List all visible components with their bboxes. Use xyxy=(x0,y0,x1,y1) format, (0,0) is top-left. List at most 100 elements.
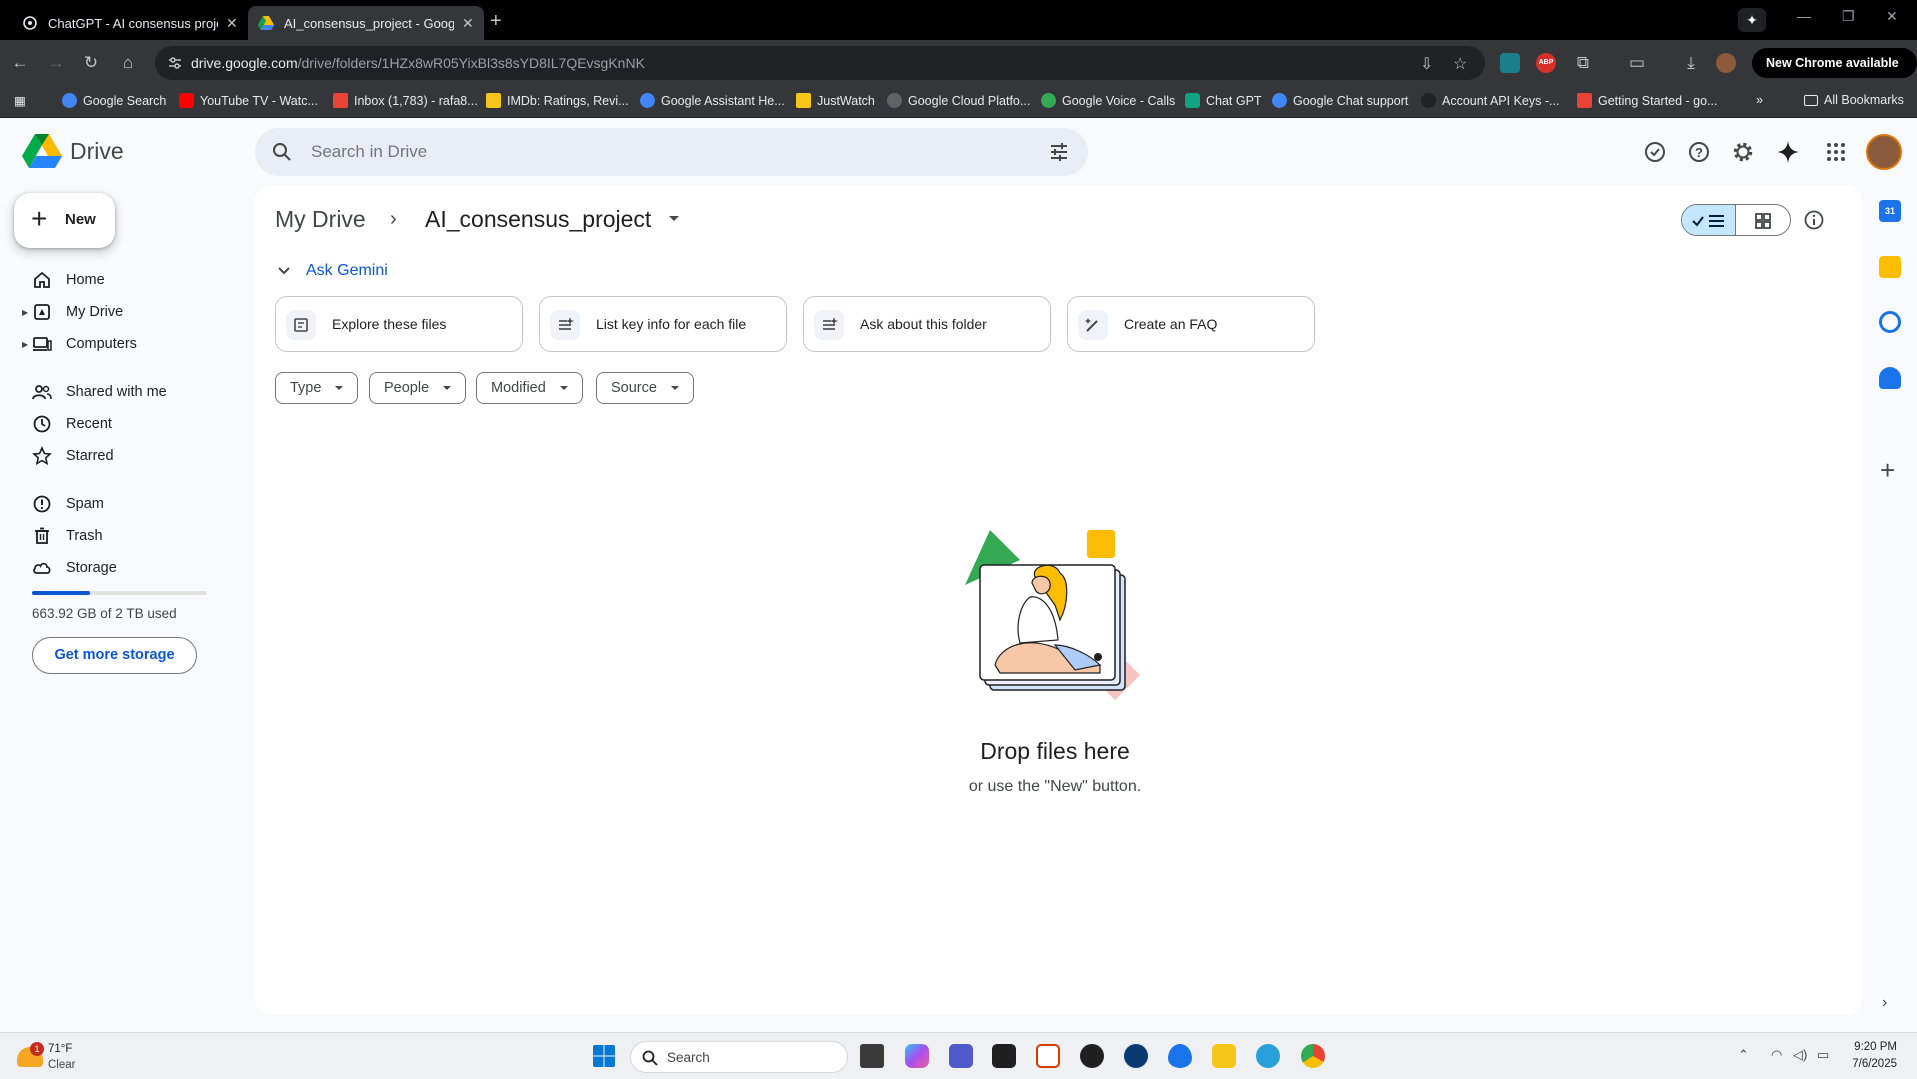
clock-date[interactable]: 7/6/2025 xyxy=(1846,1058,1897,1070)
weather-temp[interactable]: 71°F xyxy=(48,1043,72,1055)
bookmark-inbox[interactable]: Inbox (1,783) - rafa8... xyxy=(333,93,478,108)
extension-icon[interactable] xyxy=(1500,53,1520,73)
new-button[interactable]: + New xyxy=(14,193,115,248)
ask-gemini-toggle[interactable]: Ask Gemini xyxy=(276,262,388,280)
sidebar-item-spam[interactable]: Spam xyxy=(0,488,240,520)
home-button-icon[interactable]: ⌂ xyxy=(117,52,139,74)
profile-avatar-icon[interactable] xyxy=(1716,53,1736,73)
copilot-icon[interactable] xyxy=(905,1044,929,1068)
filter-people[interactable]: People xyxy=(369,372,467,404)
drive-search-bar[interactable] xyxy=(255,128,1088,176)
tab-drive[interactable]: AI_consensus_project - Google Drive ✕ xyxy=(248,6,484,40)
restore-icon[interactable]: ❐ xyxy=(1842,8,1855,25)
minimize-icon[interactable]: — xyxy=(1797,8,1811,24)
battery-icon[interactable]: ▭ xyxy=(1817,1047,1829,1063)
terminal-icon[interactable] xyxy=(992,1044,1016,1068)
task-view-icon[interactable] xyxy=(860,1044,884,1068)
close-tab-icon[interactable]: ✕ xyxy=(226,15,238,32)
gemini-chip-explore[interactable]: Explore these files xyxy=(275,296,523,352)
clock-time[interactable]: 9:20 PM xyxy=(1852,1041,1897,1053)
google-apps-icon[interactable] xyxy=(1824,140,1848,164)
breadcrumb-my-drive[interactable]: My Drive xyxy=(275,206,366,233)
downloads-icon[interactable]: ⤓ xyxy=(1680,52,1702,74)
telegram-icon[interactable] xyxy=(1256,1044,1280,1068)
apps-grid-icon[interactable]: ▦ xyxy=(14,93,26,108)
sidebar-item-trash[interactable]: Trash xyxy=(0,520,240,552)
account-avatar[interactable] xyxy=(1866,134,1902,170)
bookmark-google-chat-support[interactable]: Google Chat support xyxy=(1272,93,1408,108)
site-info-icon[interactable] xyxy=(167,55,183,71)
sidebar-item-storage[interactable]: Storage xyxy=(0,552,240,584)
sidebar-item-my-drive[interactable]: ▶ My Drive xyxy=(0,296,240,328)
keep-icon[interactable] xyxy=(1879,256,1901,278)
drop-app-icon[interactable] xyxy=(1168,1044,1192,1068)
gemini-icon[interactable] xyxy=(1776,140,1800,164)
tab-chatgpt[interactable]: ChatGPT - AI consensus project ✕ xyxy=(12,6,248,40)
windows-start-icon[interactable] xyxy=(592,1044,616,1068)
plex-icon[interactable] xyxy=(1080,1044,1104,1068)
gemini-chip-list-key-info[interactable]: List key info for each file xyxy=(539,296,787,352)
taskbar-search[interactable]: Search xyxy=(630,1041,848,1073)
more-bookmarks-icon[interactable]: » xyxy=(1756,93,1763,107)
calendar-icon[interactable]: 31 xyxy=(1879,200,1901,222)
search-icon[interactable] xyxy=(271,141,293,163)
new-chrome-available-button[interactable]: New Chrome available ⋮ xyxy=(1752,48,1917,100)
wordpress-icon[interactable] xyxy=(1124,1044,1148,1068)
bookmark-google-search[interactable]: Google Search xyxy=(62,93,166,108)
filter-modified[interactable]: Modified xyxy=(476,372,583,404)
tab-search-icon[interactable]: ▭ xyxy=(1626,52,1648,74)
gemini-sparkle-icon[interactable]: ✦ xyxy=(1738,8,1766,32)
reload-icon[interactable]: ↻ xyxy=(80,52,102,74)
filter-type[interactable]: Type xyxy=(275,372,359,404)
sidebar-item-shared-with-me[interactable]: Shared with me xyxy=(0,376,240,408)
forward-icon[interactable]: → xyxy=(45,52,67,74)
breadcrumb-current-folder[interactable]: AI_consensus_project xyxy=(425,206,651,233)
details-info-icon[interactable] xyxy=(1803,209,1825,231)
expand-caret-icon[interactable]: ▶ xyxy=(22,340,28,349)
expand-caret-icon[interactable]: ▶ xyxy=(22,308,28,317)
bookmark-google-voice[interactable]: Google Voice - Calls xyxy=(1041,93,1175,108)
bookmark-youtube-tv[interactable]: YouTube TV - Watc... xyxy=(179,93,318,108)
install-app-icon[interactable]: ⇩ xyxy=(1420,54,1433,74)
tasks-icon[interactable] xyxy=(1879,311,1901,333)
gemini-chip-create-faq[interactable]: Create an FAQ xyxy=(1067,296,1315,352)
help-icon[interactable]: ? xyxy=(1687,140,1711,164)
sidebar-item-home[interactable]: Home xyxy=(0,264,240,296)
volume-icon[interactable]: ◁) xyxy=(1793,1047,1807,1063)
bookmark-getting-started[interactable]: Getting Started - go... xyxy=(1577,93,1718,108)
bookmark-google-assistant[interactable]: Google Assistant He... xyxy=(640,93,785,108)
add-addon-icon[interactable]: + xyxy=(1880,455,1895,486)
bookmark-star-icon[interactable]: ☆ xyxy=(1453,54,1467,74)
address-bar[interactable]: drive.google.com/drive/folders/1HZx8wR05… xyxy=(155,46,1485,80)
bookmark-google-cloud[interactable]: Google Cloud Platfo... xyxy=(887,93,1030,108)
sidebar-item-recent[interactable]: Recent xyxy=(0,408,240,440)
list-view-button[interactable] xyxy=(1682,205,1737,235)
back-icon[interactable]: ← xyxy=(9,52,31,74)
gemini-chip-ask-folder[interactable]: Ask about this folder xyxy=(803,296,1051,352)
bookmark-imdb[interactable]: IMDb: Ratings, Revi... xyxy=(486,93,629,108)
all-bookmarks-button[interactable]: All Bookmarks xyxy=(1804,93,1904,107)
new-tab-icon[interactable]: + xyxy=(490,10,502,33)
teams-icon[interactable] xyxy=(949,1044,973,1068)
chevron-right-icon[interactable]: › xyxy=(1882,994,1887,1012)
extensions-puzzle-icon[interactable]: ⧉ xyxy=(1572,52,1594,74)
sidebar-item-starred[interactable]: Starred xyxy=(0,440,240,472)
folder-menu-caret-icon[interactable] xyxy=(669,216,679,221)
google-drive-logo-icon[interactable] xyxy=(22,134,62,168)
close-window-icon[interactable]: ✕ xyxy=(1886,8,1898,25)
chrome-icon[interactable] xyxy=(1301,1044,1325,1068)
contacts-icon[interactable] xyxy=(1879,367,1901,389)
search-options-icon[interactable] xyxy=(1048,141,1070,163)
bookmark-account-api-keys[interactable]: Account API Keys -... xyxy=(1421,93,1559,108)
grid-view-button[interactable] xyxy=(1736,205,1790,235)
bookmark-justwatch[interactable]: JustWatch xyxy=(796,93,875,108)
search-input[interactable] xyxy=(311,142,991,162)
sidebar-item-computers[interactable]: ▶ Computers xyxy=(0,328,240,360)
file-explorer-icon[interactable] xyxy=(1212,1044,1236,1068)
offline-ready-icon[interactable] xyxy=(1643,140,1667,164)
get-more-storage-button[interactable]: Get more storage xyxy=(32,637,197,674)
wifi-icon[interactable]: ◠ xyxy=(1771,1047,1782,1063)
close-tab-icon[interactable]: ✕ xyxy=(462,15,474,32)
snipping-tool-icon[interactable] xyxy=(1036,1044,1060,1068)
tray-overflow-icon[interactable]: ⌃ xyxy=(1738,1047,1749,1063)
